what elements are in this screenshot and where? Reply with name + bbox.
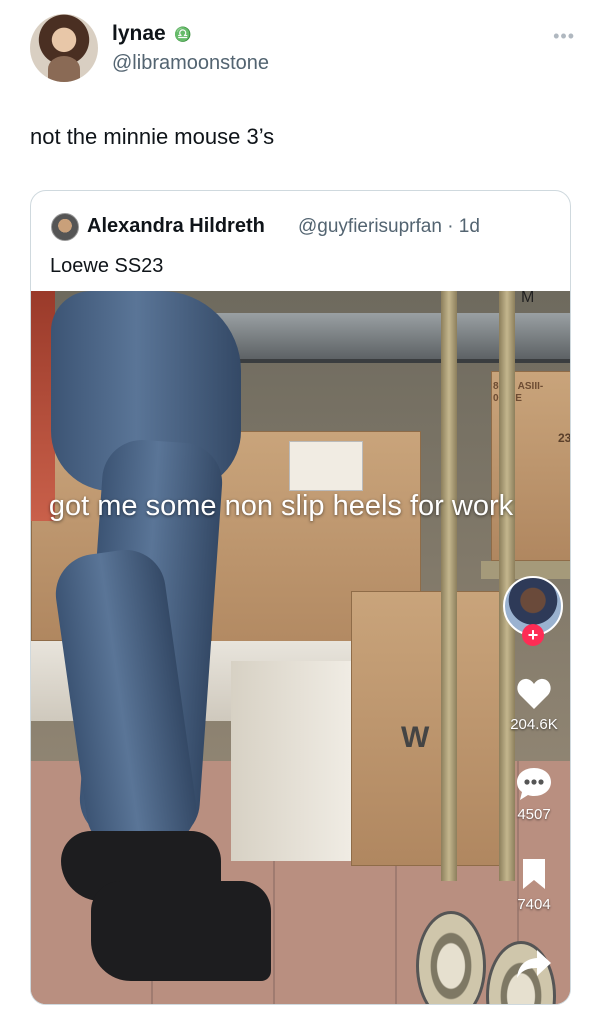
quoted-avatar[interactable] (51, 213, 79, 241)
comment-button[interactable]: 4507 (501, 764, 567, 823)
box-number-text: 23 (558, 431, 571, 445)
save-button[interactable]: 7404 (501, 854, 567, 913)
more-horizontal-icon[interactable]: ••• (553, 26, 575, 47)
libra-badge-icon: ♎ (174, 26, 192, 42)
heel-shoe (91, 881, 271, 981)
display-name[interactable]: lynae (112, 22, 166, 46)
like-count: 204.6K (510, 716, 558, 733)
bench-leg (231, 661, 351, 861)
comment-icon (501, 764, 567, 804)
metal-shelf (201, 313, 570, 363)
share-button[interactable] (501, 944, 567, 984)
handle[interactable]: @libramoonstone (112, 52, 269, 75)
box-letter-text: W (401, 721, 430, 754)
bookmark-icon (501, 854, 567, 894)
like-button[interactable]: 204.6K (501, 674, 567, 733)
quoted-tweet[interactable]: Alexandra Hildreth @guyfierisuprfan · 1d… (30, 190, 571, 1005)
follow-plus-icon[interactable]: + (522, 624, 544, 646)
save-count: 7404 (517, 896, 551, 913)
quoted-display-name[interactable]: Alexandra Hildreth (87, 215, 265, 238)
quoted-handle-time[interactable]: @guyfierisuprfan · 1d (298, 216, 480, 238)
heart-icon (501, 674, 567, 714)
cart-pole (441, 291, 457, 881)
video-media[interactable]: M 8010 ASIII-0010E 23 W got me some non … (31, 291, 571, 1004)
tweet-header: lynae ♎ @libramoonstone ••• (30, 14, 575, 86)
avatar[interactable] (30, 14, 98, 82)
video-caption: got me some non slip heels for work (48, 490, 514, 522)
comment-count: 4507 (517, 806, 551, 823)
quoted-tweet-text: Loewe SS23 (50, 255, 164, 277)
share-icon (501, 944, 567, 984)
box-label (289, 441, 363, 491)
action-rail: + 204.6K 4507 7404 (501, 576, 567, 1004)
tweet-text: not the minnie mouse 3’s (30, 124, 275, 149)
box-top-text: M (521, 291, 535, 306)
